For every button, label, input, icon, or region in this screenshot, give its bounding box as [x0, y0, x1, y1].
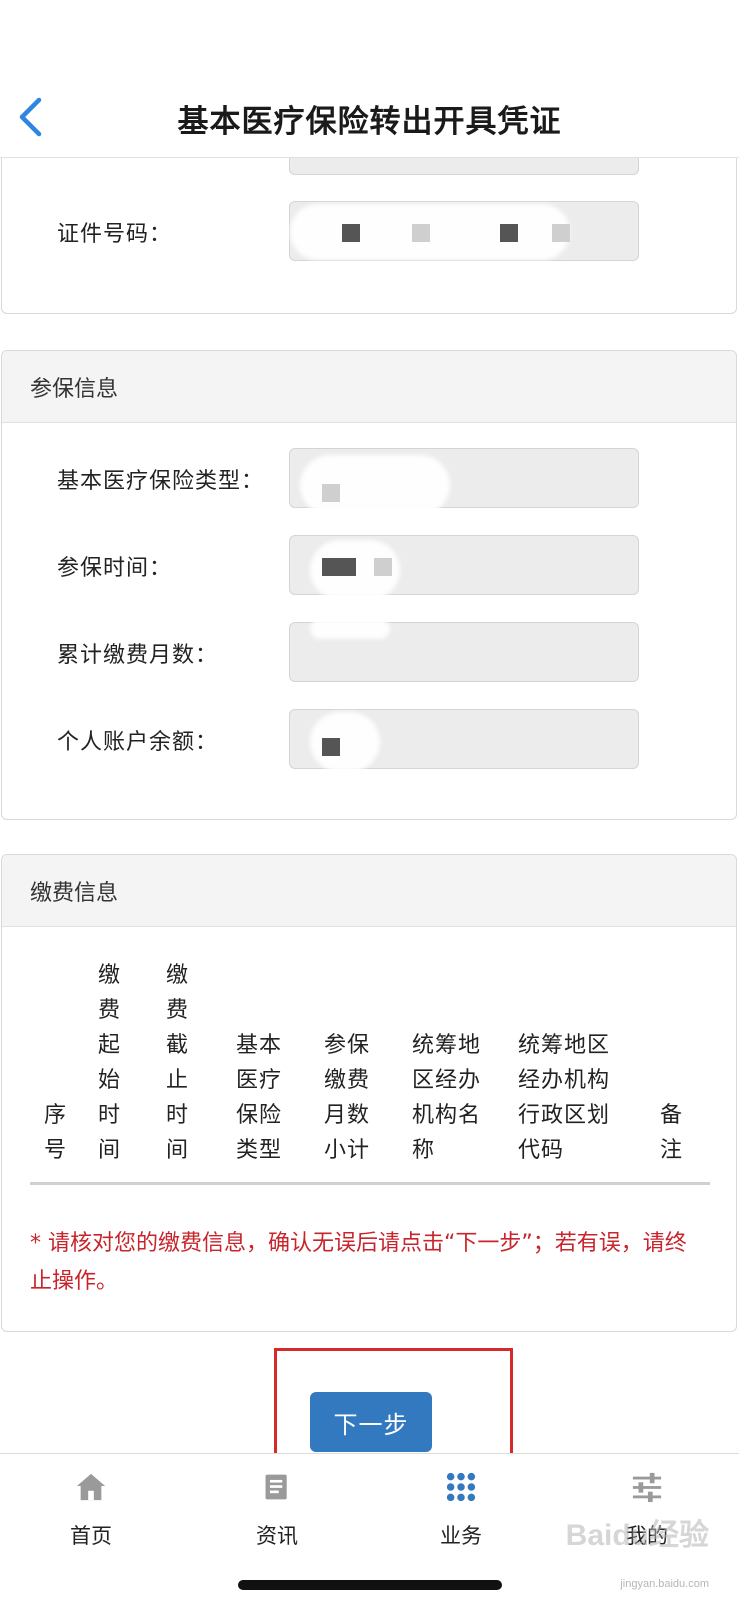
payment-table-header: 序 号 缴 费 起 始 时 间 缴 费 截 止 时 间 基本 医疗 保险 类型 … [30, 963, 710, 1185]
redaction-mosaic [552, 224, 570, 242]
form-row-account-balance: 个人账户余额： [2, 709, 738, 772]
column-header-remarks: 备 注 [660, 1103, 684, 1163]
grid-icon [444, 1470, 478, 1504]
redaction-mosaic [342, 224, 360, 242]
home-icon [74, 1470, 108, 1504]
form-row-name [2, 158, 738, 175]
redaction-overlay [310, 712, 380, 772]
redaction-mosaic [374, 558, 392, 576]
page-title: 基本医疗保险转出开具凭证 [177, 104, 562, 140]
payment-info-card: 缴费信息 序 号 缴 费 起 始 时 间 缴 费 截 止 时 间 基本 医疗 保… [1, 854, 737, 1332]
redaction-mosaic [322, 558, 356, 576]
insurance-type-label: 基本医疗保险类型： [57, 469, 265, 494]
name-field[interactable] [289, 158, 639, 175]
payment-table: 序 号 缴 费 起 始 时 间 缴 费 截 止 时 间 基本 医疗 保险 类型 … [30, 963, 710, 1185]
insurance-info-card: 参保信息 基本医疗保险类型： 参保时间： 累计缴费月数： 个人账户余额： [1, 350, 737, 820]
form-row-payment-months: 累计缴费月数： [2, 619, 738, 684]
id-number-label: 证件号码： [57, 222, 173, 247]
column-header-insurance-type: 基本 医疗 保险 类型 [236, 1033, 283, 1163]
redaction-mosaic [500, 224, 518, 242]
news-icon [260, 1470, 294, 1504]
insurance-info-title: 参保信息 [2, 351, 736, 423]
insurance-type-field[interactable] [289, 448, 639, 515]
redaction-overlay [310, 619, 390, 639]
column-header-region-code: 统筹地区 经办机构 行政区划 代码 [518, 1033, 611, 1163]
column-header-end-time: 缴 费 截 止 时 间 [166, 963, 190, 1163]
tab-news[interactable]: 资讯 [207, 1464, 347, 1554]
redaction-overlay [290, 204, 570, 260]
column-header-agency-name: 统筹地 区经办 机构名 称 [412, 1033, 482, 1163]
insured-time-field[interactable] [289, 535, 639, 600]
column-header-months-subtotal: 参保 缴费 月数 小计 [324, 1033, 371, 1163]
identity-card: 证件号码： [1, 158, 737, 314]
id-number-field[interactable] [289, 201, 639, 261]
form-row-insured-time: 参保时间： [2, 535, 738, 600]
redaction-mosaic [322, 738, 340, 756]
account-balance-label: 个人账户余额： [57, 730, 219, 755]
insured-time-label: 参保时间： [57, 556, 173, 581]
sliders-icon [630, 1470, 664, 1504]
next-step-button[interactable]: 下一步 [310, 1392, 432, 1452]
redaction-mosaic [322, 484, 340, 502]
baidu-watermark: Baidu经验 [565, 1519, 709, 1552]
screen: 基本医疗保险转出开具凭证 证件号码： 参保信息 基本医疗保险类型： 参保时间： … [0, 0, 739, 1600]
form-row-id-number: 证件号码： [2, 201, 738, 263]
account-balance-field[interactable] [289, 709, 639, 772]
payment-months-field[interactable] [289, 619, 639, 682]
payment-info-title: 缴费信息 [2, 855, 736, 927]
baidu-watermark-url: jingyan.baidu.com [620, 1578, 709, 1590]
column-header-seq: 序 号 [44, 1103, 68, 1163]
scroll-content[interactable]: 证件号码： 参保信息 基本医疗保险类型： 参保时间： 累计缴费月数： 个人账户余… [0, 158, 739, 1453]
tab-home[interactable]: 首页 [21, 1464, 161, 1554]
redaction-mosaic [412, 224, 430, 242]
tab-business[interactable]: 业务 [391, 1464, 531, 1554]
payment-months-label: 累计缴费月数： [57, 643, 219, 668]
home-indicator [238, 1580, 502, 1590]
nav-header: 基本医疗保险转出开具凭证 [0, 0, 739, 158]
verification-notice: * 请核对您的缴费信息，确认无误后请点击“下一步”；若有误，请终止操作。 [30, 1231, 687, 1294]
form-row-insurance-type: 基本医疗保险类型： [2, 448, 738, 515]
column-header-start-time: 缴 费 起 始 时 间 [98, 963, 122, 1163]
